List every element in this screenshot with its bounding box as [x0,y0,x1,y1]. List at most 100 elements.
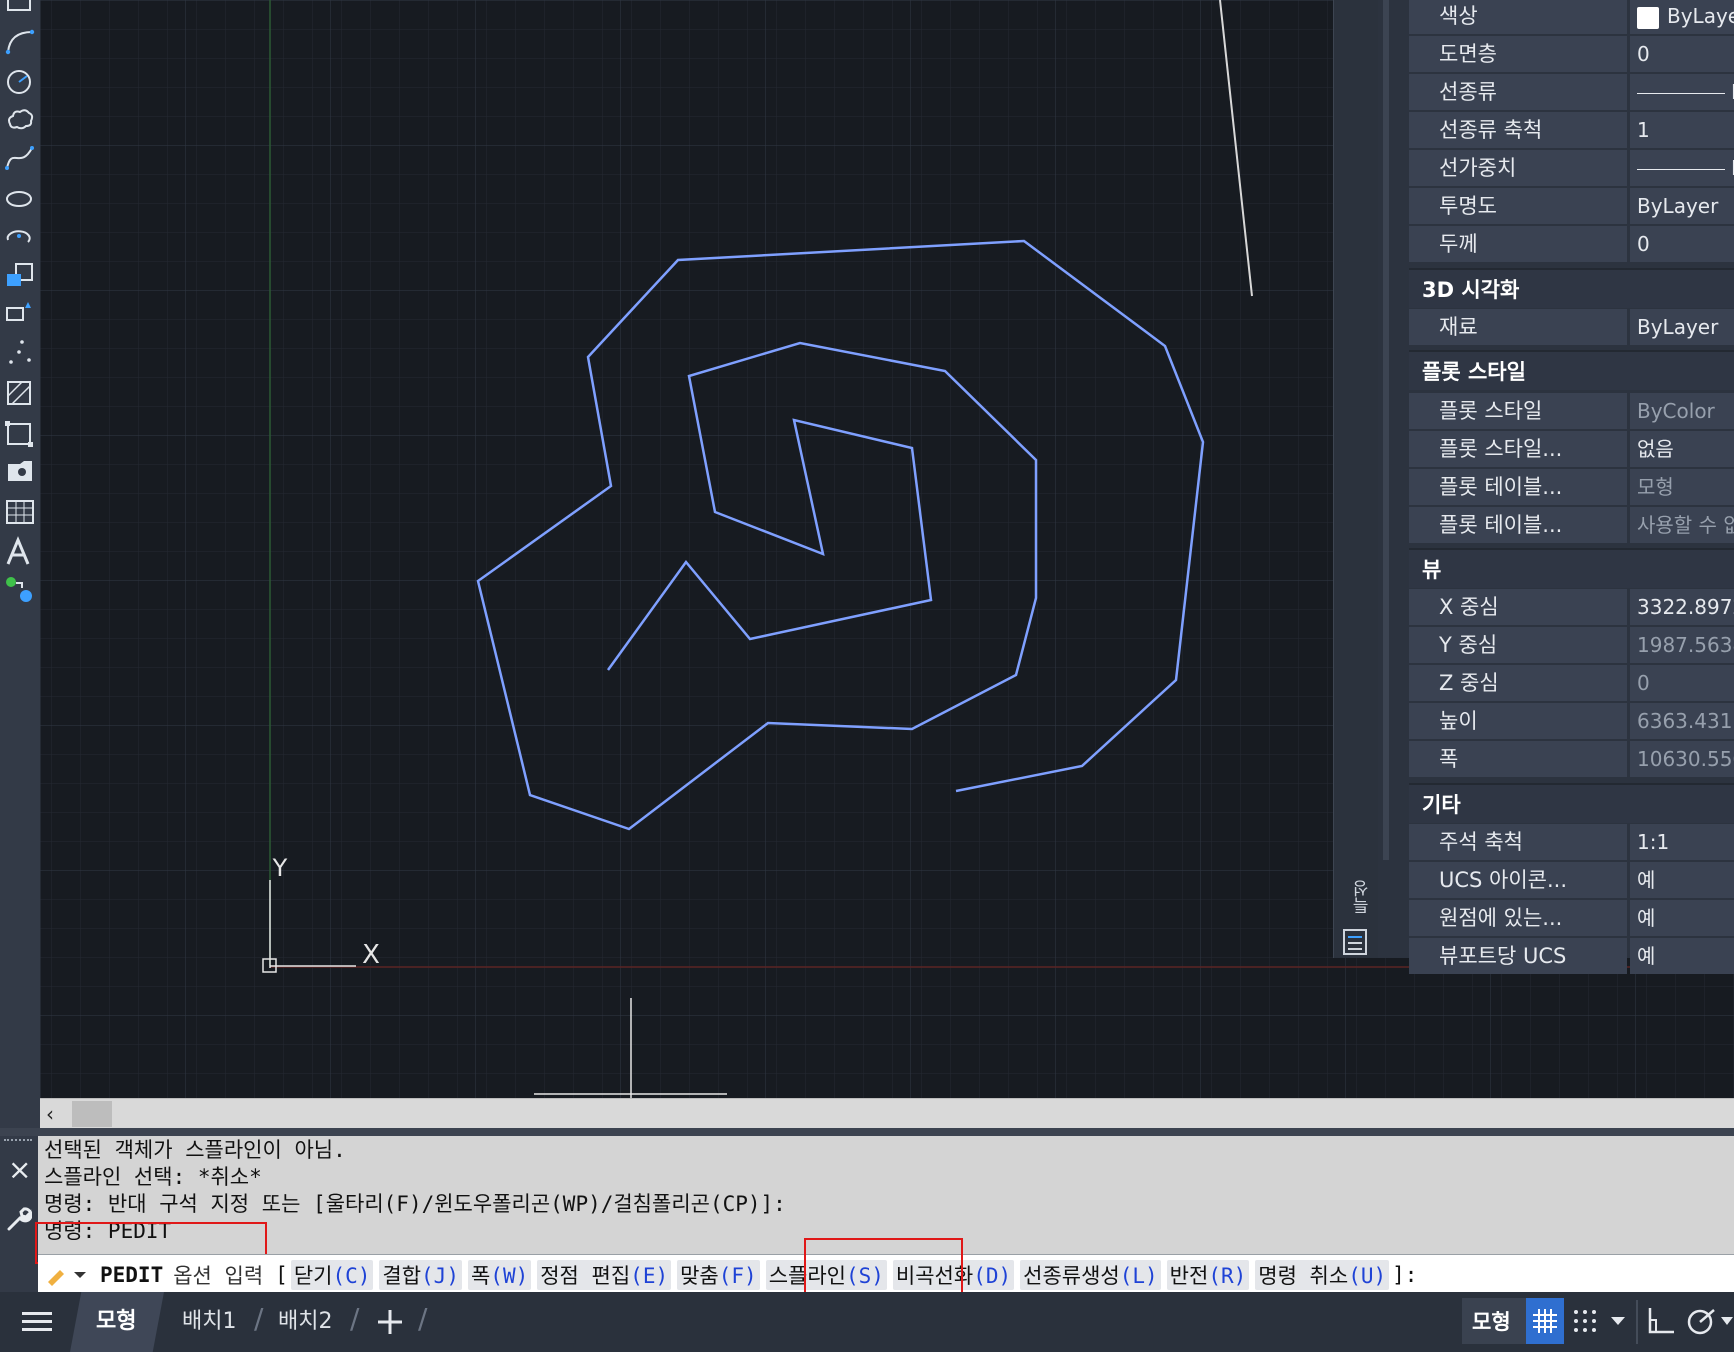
command-option-7[interactable]: 선종류생성(L) [1020,1260,1161,1290]
chevron-down-icon[interactable] [1720,1316,1734,1326]
properties-list: 색상ByLayer도면층0선종류ByL선종류 축척1선가중치ByL투명도ByLa… [1409,0,1734,974]
table-tool-icon[interactable] [2,494,38,530]
property-row[interactable]: UCS 아이콘... 예 [1409,862,1734,898]
property-value[interactable]: 10630.556 [1630,741,1734,777]
horizontal-scrollbar[interactable]: ‹ [40,1098,1734,1129]
property-row[interactable]: 재료 ByLayer [1409,309,1734,345]
property-label: 선종류 [1409,74,1627,110]
command-option-0[interactable]: 닫기(C) [290,1260,374,1290]
property-row[interactable]: Z 중심 0 [1409,665,1734,701]
property-row[interactable]: 원점에 있는... 예 [1409,900,1734,936]
property-row[interactable]: 도면층 0 [1409,36,1734,72]
ellipse-tool-icon[interactable] [2,180,38,216]
property-row[interactable]: 플롯 테이블... 모형 [1409,469,1734,505]
property-row[interactable]: Y 중심 1987.5638 [1409,627,1734,663]
property-value[interactable]: ByLayer [1630,188,1734,224]
property-row[interactable]: 선가중치ByL [1409,150,1734,186]
property-value[interactable]: 3322.8972 [1630,589,1734,625]
property-value[interactable]: ByLayer [1630,309,1734,345]
property-value[interactable]: 모형 [1630,469,1734,505]
palette-settings-icon[interactable] [1342,928,1368,956]
section-header-view[interactable]: 뷰 [1409,548,1734,588]
property-value[interactable]: ByL [1630,74,1734,110]
gradient-tool-icon[interactable] [2,416,38,452]
make-block-tool-icon[interactable] [2,296,38,332]
property-value[interactable]: 예 [1630,862,1734,898]
model-space-button[interactable]: 모형 [1462,1298,1526,1344]
property-row[interactable]: 선종류ByL [1409,74,1734,110]
property-row[interactable]: X 중심 3322.8972 [1409,589,1734,625]
property-row[interactable]: 폭 10630.556 [1409,741,1734,777]
property-value[interactable]: 사용할 수 없음 [1630,507,1734,543]
command-option-1[interactable]: 결합(J) [379,1260,462,1290]
section-header-viz3d[interactable]: 3D 시각화 [1409,268,1734,308]
hamburger-menu-icon[interactable] [22,1310,52,1334]
rectangle-tool-icon[interactable] [2,0,38,22]
property-value[interactable]: ByLayer [1630,0,1734,34]
tab-layout2[interactable]: 배치2 [278,1300,332,1344]
command-prompt-icon[interactable] [46,1264,90,1286]
property-row[interactable]: 색상 ByLayer [1409,0,1734,34]
property-value[interactable]: 6363.431 [1630,703,1734,739]
insert-block-tool-icon[interactable] [2,258,38,294]
property-row[interactable]: 투명도 ByLayer [1409,188,1734,224]
property-value[interactable]: 0 [1630,665,1734,701]
command-options: 닫기(C) 결합(J) 폭(W) 정점 편집(E) 맞춤(F) 스플라인(S) 비곡선화(D… [288,1260,1392,1290]
command-option-3[interactable]: 정점 편집(E) [537,1260,672,1290]
property-row[interactable]: 플롯 스타일... 없음 [1409,431,1734,467]
property-row[interactable]: 두께 0 [1409,226,1734,262]
close-icon[interactable]: × [8,1156,31,1184]
hatch-tool-icon[interactable] [2,376,38,412]
command-option-6[interactable]: 비곡선화(D) [892,1260,1015,1290]
multiline-text-tool-icon[interactable] [2,534,38,570]
property-value[interactable]: 예 [1630,900,1734,936]
command-option-8[interactable]: 반전(R) [1166,1260,1250,1290]
wrench-icon[interactable] [6,1206,32,1232]
property-value[interactable]: 예 [1630,938,1734,974]
ortho-icon[interactable] [1646,1306,1676,1336]
property-row[interactable]: 플롯 스타일 ByColor [1409,393,1734,429]
property-value[interactable]: 1 [1630,112,1734,148]
chevron-down-icon[interactable] [1610,1316,1626,1326]
arc-tool-icon[interactable] [2,24,38,60]
grid-toggle-button[interactable] [1526,1298,1564,1344]
property-value[interactable]: 1:1 [1630,824,1734,860]
command-option-key: (L) [1119,1264,1158,1288]
property-row[interactable]: 플롯 테이블... 사용할 수 없음 [1409,507,1734,543]
region-tool-icon[interactable] [2,454,38,490]
property-value[interactable]: ByL [1630,150,1734,186]
property-row[interactable]: 주석 축척 1:1 [1409,824,1734,860]
command-option-4[interactable]: 맞춤(F) [677,1260,760,1290]
tab-layout1[interactable]: 배치1 [182,1300,236,1344]
property-value[interactable]: 1987.5638 [1630,627,1734,663]
scroll-thumb[interactable] [72,1101,112,1127]
polar-tracking-icon[interactable] [1686,1306,1716,1336]
property-value[interactable]: 0 [1630,36,1734,72]
property-row[interactable]: 높이 6363.431 [1409,703,1734,739]
command-option-label: 닫기 [293,1264,333,1288]
add-layout-icon[interactable] [376,1308,404,1336]
property-value[interactable]: ByColor [1630,393,1734,429]
ellipse-arc-tool-icon[interactable] [2,218,38,254]
spline-tool-icon[interactable] [2,140,38,176]
add-selected-tool-icon[interactable] [2,572,38,608]
property-value[interactable]: 0 [1630,226,1734,262]
property-row[interactable]: 선종류 축척 1 [1409,112,1734,148]
property-row[interactable]: 뷰포트당 UCS 예 [1409,938,1734,974]
section-header-plot[interactable]: 플롯 스타일 [1409,350,1734,390]
revision-cloud-tool-icon[interactable] [2,102,38,138]
command-option-2[interactable]: 폭(W) [467,1260,532,1290]
snap-icon[interactable] [1572,1308,1598,1334]
circle-tool-icon[interactable] [2,64,38,100]
command-input[interactable]: PEDIT 옵션 입력 [ 닫기(C) 결합(J) 폭(W) 정점 편집(E) 맞춤(F… [38,1254,1734,1293]
palette-scrollbar[interactable] [1383,0,1389,860]
scroll-left-icon[interactable]: ‹ [46,1102,54,1126]
command-option-9[interactable]: 명령 취소(U) [1255,1260,1390,1290]
tab-separator: / [350,1302,360,1335]
point-tool-icon[interactable] [2,336,38,372]
section-header-misc[interactable]: 기타 [1409,783,1734,823]
command-option-5[interactable]: 스플라인(S) [765,1260,887,1290]
grip-handle[interactable] [4,1139,32,1141]
tab-model[interactable]: 모형 [96,1300,136,1344]
property-value[interactable]: 없음 [1630,431,1734,467]
